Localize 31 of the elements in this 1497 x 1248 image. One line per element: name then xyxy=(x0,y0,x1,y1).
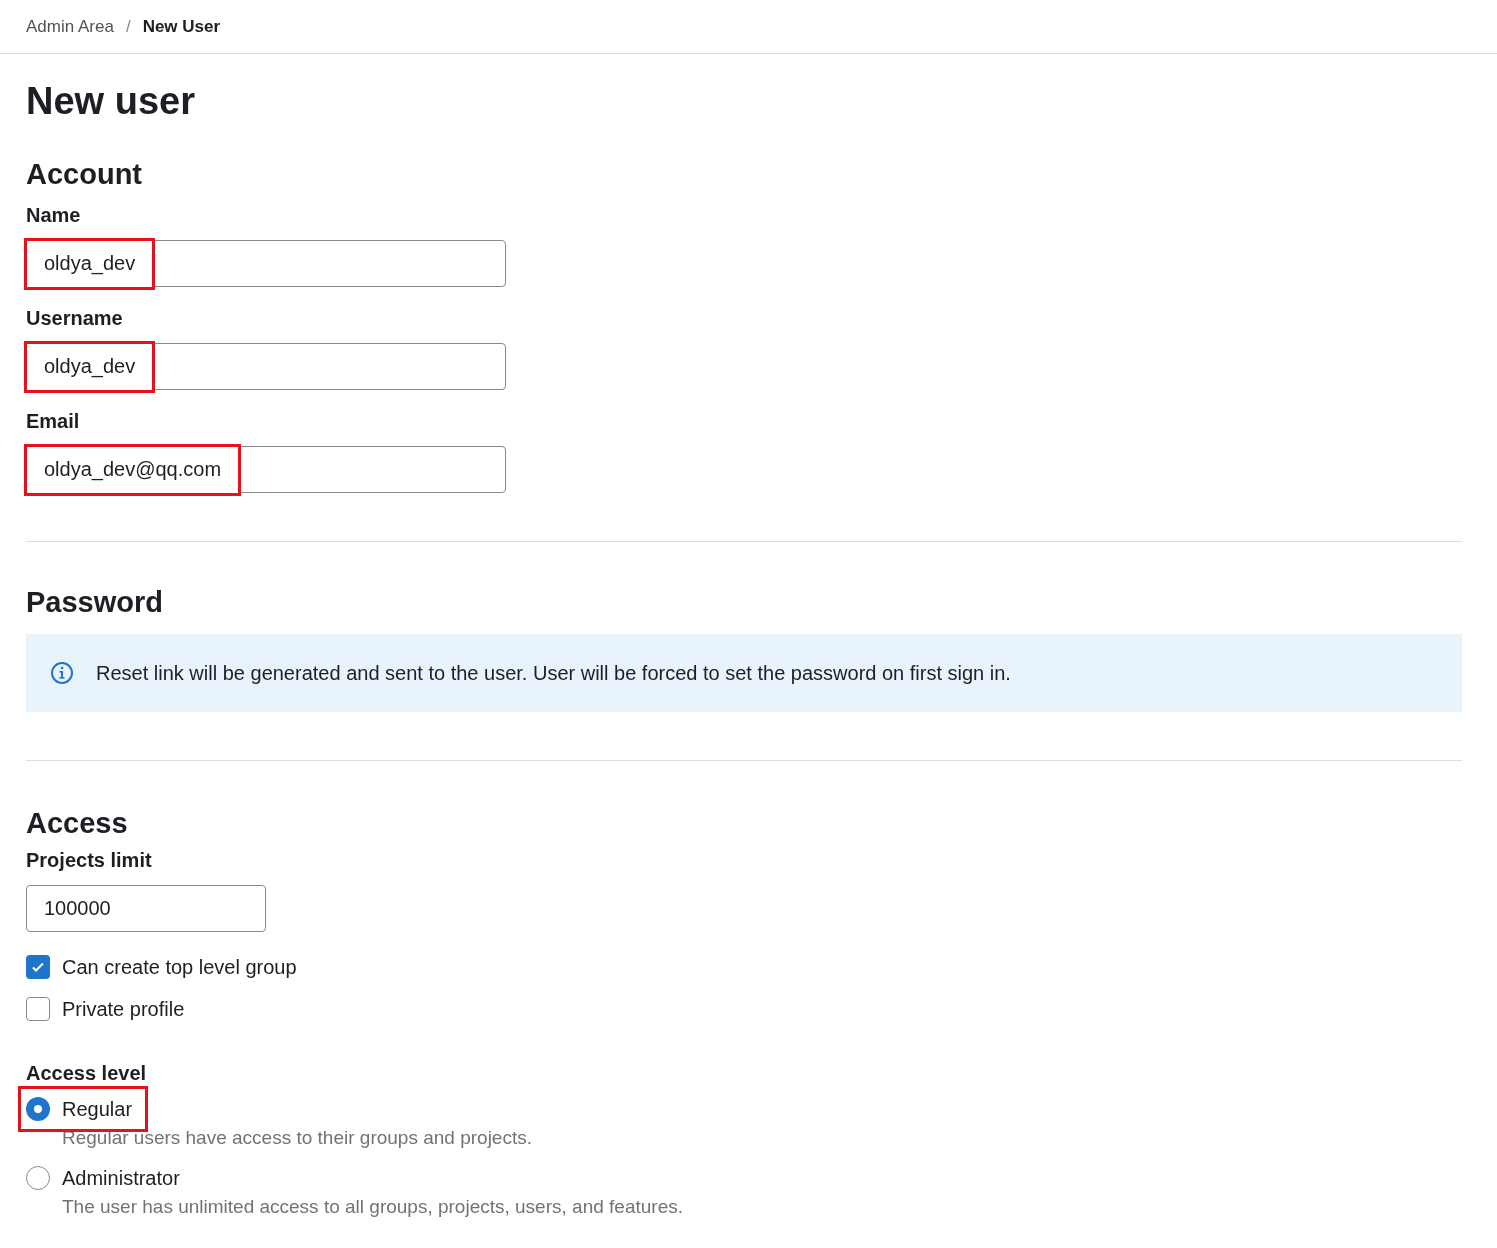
alert-message: Reset link will be generated and sent to the user. User will be forced to set the password on first sign in. xyxy=(96,661,1011,686)
checkbox-label: Private profile xyxy=(62,997,185,1022)
input-value[interactable]: oldya_dev xyxy=(24,237,156,290)
field-label: Name xyxy=(26,203,82,228)
checkbox[interactable] xyxy=(26,997,50,1021)
field-label: Projects limit xyxy=(26,848,153,873)
field-label: Access level xyxy=(26,1061,148,1086)
breadcrumb-separator: / xyxy=(125,15,131,38)
info-icon xyxy=(50,661,74,685)
projects-limit-field[interactable]: 100000 xyxy=(26,885,266,932)
text-field[interactable]: oldya_dev xyxy=(26,240,506,287)
text-field[interactable]: oldya_dev xyxy=(26,343,506,390)
breadcrumb-link[interactable]: New User xyxy=(142,13,221,40)
section-heading: Account xyxy=(26,157,143,192)
help-text: The user has unlimited access to all groups, projects, users, and features. xyxy=(62,1194,684,1219)
input-value[interactable]: oldya_dev xyxy=(24,340,156,393)
checkbox-label: Can create top level group xyxy=(62,955,297,980)
field-label: Username xyxy=(26,306,124,331)
input-value[interactable]: oldya_dev@qq.com xyxy=(24,443,242,496)
page-title: New user xyxy=(26,79,196,124)
breadcrumb-link[interactable]: Admin Area xyxy=(26,13,114,40)
radio-option[interactable]: Administrator xyxy=(26,1162,180,1193)
checkbox[interactable] xyxy=(26,955,50,979)
radio-button[interactable] xyxy=(26,1097,50,1121)
radio-button[interactable] xyxy=(26,1165,50,1190)
help-text: Regular users have access to their groups and projects. xyxy=(62,1126,533,1150)
field-label: Email xyxy=(26,409,81,434)
text-field[interactable]: oldya_dev@qq.com xyxy=(26,446,506,493)
radio-option[interactable]: Regular xyxy=(26,1094,141,1124)
section-heading: Access xyxy=(26,806,129,841)
section-heading: Password xyxy=(26,585,164,620)
